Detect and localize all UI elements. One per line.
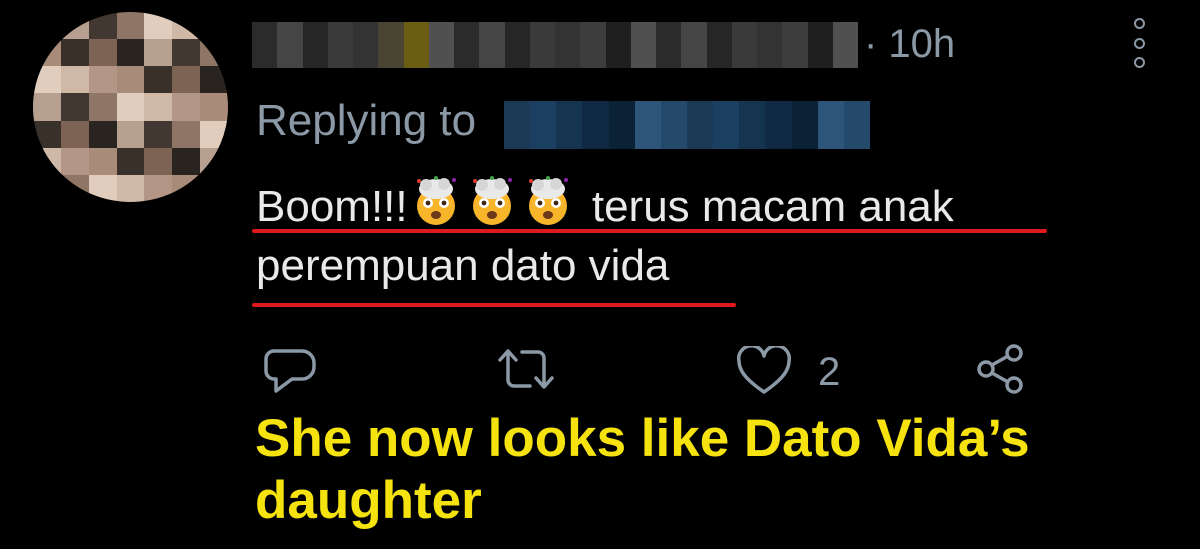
- tweet-text-continuation: terus macam anak: [579, 182, 954, 231]
- avatar[interactable]: [33, 12, 228, 202]
- caption-translation: She now looks like Dato Vida’s daughter: [255, 409, 1030, 530]
- replying-to-label: Replying to: [256, 96, 477, 145]
- tweet-text-start: Boom!!!: [256, 182, 408, 231]
- tweet-text-line-1: Boom!!! terus macam anak: [256, 175, 954, 235]
- red-underline-1: [252, 229, 1047, 233]
- display-name-redacted[interactable]: [252, 22, 858, 68]
- red-underline-2: [252, 303, 736, 307]
- timestamp: · 10h: [864, 22, 956, 66]
- share-icon[interactable]: [972, 343, 1028, 395]
- heart-icon[interactable]: [735, 346, 793, 396]
- exploding-head-emoji: [528, 176, 568, 225]
- retweet-icon[interactable]: [496, 346, 556, 392]
- emoji-group: [410, 175, 574, 227]
- more-options-icon[interactable]: [1128, 18, 1150, 68]
- replying-to-handle-redacted[interactable]: [504, 101, 870, 149]
- reply-icon[interactable]: [262, 345, 318, 397]
- tweet-text-line-2: perempuan dato vida: [256, 241, 670, 290]
- exploding-head-emoji: [416, 176, 456, 225]
- exploding-head-emoji: [472, 176, 512, 225]
- like-count: 2: [818, 350, 841, 394]
